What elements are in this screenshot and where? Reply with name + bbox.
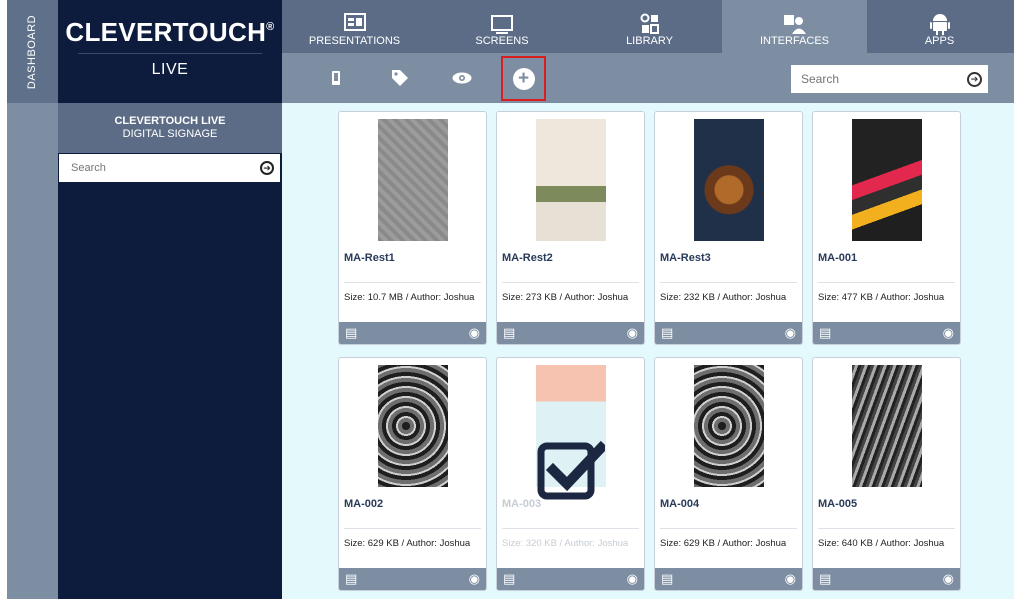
tab-interfaces[interactable]: INTERFACES <box>722 0 867 53</box>
card-meta: Size: 629 KB / Author: Joshua <box>660 538 787 549</box>
brand-sub: LIVE <box>151 61 189 78</box>
card-title: MA-002 <box>344 498 384 510</box>
interface-card[interactable]: MA-005 Size: 640 KB / Author: Joshua ▤ ◉ <box>812 357 961 591</box>
sidebar-subtitle: DIGITAL SIGNAGE <box>122 128 218 140</box>
screens-icon[interactable]: ▤ <box>503 571 515 587</box>
arrow-circle-right-icon[interactable]: ➔ <box>260 161 274 175</box>
thumbnail-image <box>694 119 764 241</box>
card-meta: Size: 232 KB / Author: Joshua <box>660 292 787 303</box>
interface-card[interactable]: MA-Rest2 Size: 273 KB / Author: Joshua ▤… <box>496 111 645 345</box>
card-title: MA-Rest2 <box>502 252 553 264</box>
card-meta: Size: 477 KB / Author: Joshua <box>818 292 945 303</box>
eye-icon[interactable]: ◉ <box>943 571 954 587</box>
toolbar: + ➔ <box>282 53 1014 103</box>
tab-interfaces-label: INTERFACES <box>759 35 830 47</box>
thumbnail-image <box>694 365 764 487</box>
tab-screens-label: SCREENS <box>475 35 529 47</box>
content-area: MA-Rest1 Size: 10.7 MB / Author: Joshua … <box>282 103 1014 599</box>
tab-library[interactable]: LIBRARY <box>577 0 722 53</box>
sidebar: CLEVERTOUCH LIVE DIGITAL SIGNAGE ➔ <box>58 103 282 599</box>
sidebar-header: CLEVERTOUCH LIVE DIGITAL SIGNAGE <box>58 103 282 153</box>
checkbox-checked-icon <box>537 440 605 500</box>
interface-card[interactable]: MA-001 Size: 477 KB / Author: Joshua ▤ ◉ <box>812 111 961 345</box>
tag-icon[interactable] <box>388 66 412 90</box>
toolbar-search-input[interactable] <box>801 72 967 86</box>
sidebar-search: ➔ <box>59 154 280 182</box>
dashboard-tab[interactable]: DASHBOARD <box>7 0 58 103</box>
eye-icon[interactable]: ◉ <box>943 325 954 341</box>
card-meta: Size: 640 KB / Author: Joshua <box>818 538 945 549</box>
thumbnail-image <box>378 119 448 241</box>
card-meta: Size: 10.7 MB / Author: Joshua <box>344 292 475 303</box>
dashboard-tab-label: DASHBOARD <box>26 14 39 89</box>
tab-apps[interactable]: APPS <box>867 0 1012 53</box>
interface-card[interactable]: MA-004 Size: 629 KB / Author: Joshua ▤ ◉ <box>654 357 803 591</box>
brand-logo: CLEVERTOUCH® <box>65 17 275 47</box>
phone-icon[interactable] <box>324 66 348 90</box>
monitor-icon <box>491 15 513 34</box>
card-title: MA-003 <box>502 498 542 510</box>
add-circle-icon: + <box>512 67 535 90</box>
tab-presentations[interactable]: PRESENTATIONS <box>282 0 427 53</box>
eye-icon[interactable] <box>450 66 474 90</box>
tab-screens[interactable]: SCREENS <box>427 0 577 53</box>
eye-icon[interactable]: ◉ <box>627 325 638 341</box>
tab-library-label: LIBRARY <box>626 35 673 47</box>
screens-icon[interactable]: ▤ <box>661 325 673 341</box>
interface-card[interactable]: MA-002 Size: 629 KB / Author: Joshua ▤ ◉ <box>338 357 487 591</box>
screens-icon[interactable]: ▤ <box>503 325 515 341</box>
screens-icon[interactable]: ▤ <box>819 571 831 587</box>
screens-icon[interactable]: ▤ <box>345 325 357 341</box>
interfaces-icon <box>783 15 806 34</box>
thumbnail-image <box>378 365 448 487</box>
library-icon <box>640 13 659 34</box>
thumbnail-image <box>852 365 922 487</box>
tab-apps-label: APPS <box>924 35 955 47</box>
tab-presentations-label: PRESENTATIONS <box>308 35 401 47</box>
card-title: MA-005 <box>818 498 858 510</box>
android-icon <box>929 14 950 35</box>
eye-icon[interactable]: ◉ <box>469 325 480 341</box>
thumbnail-image <box>536 119 606 241</box>
card-meta: Size: 320 KB / Author: Joshua <box>502 538 629 549</box>
thumbnail-image <box>852 119 922 241</box>
toolbar-search: ➔ <box>791 65 988 93</box>
card-meta: Size: 629 KB / Author: Joshua <box>344 538 471 549</box>
card-meta: Size: 273 KB / Author: Joshua <box>502 292 629 303</box>
card-title: MA-001 <box>818 252 858 264</box>
interface-card[interactable]: MA-Rest1 Size: 10.7 MB / Author: Joshua … <box>338 111 487 345</box>
add-interface-button[interactable]: + <box>501 56 546 101</box>
interface-card[interactable]: MA-Rest3 Size: 232 KB / Author: Joshua ▤… <box>654 111 803 345</box>
card-title: MA-004 <box>660 498 700 510</box>
eye-icon[interactable]: ◉ <box>469 571 480 587</box>
brand-panel: CLEVERTOUCH® LIVE <box>58 0 282 103</box>
presentation-icon <box>343 13 366 31</box>
sidebar-title: CLEVERTOUCH LIVE <box>114 115 226 127</box>
screens-icon[interactable]: ▤ <box>345 571 357 587</box>
screens-icon[interactable]: ▤ <box>819 325 831 341</box>
screens-icon[interactable]: ▤ <box>661 571 673 587</box>
top-nav: PRESENTATIONS SCREENS LIBRARY INTERFACES… <box>282 0 1014 53</box>
sidebar-search-input[interactable] <box>71 162 260 174</box>
eye-icon[interactable]: ◉ <box>627 571 638 587</box>
card-title: MA-Rest1 <box>344 252 395 264</box>
arrow-circle-right-icon[interactable]: ➔ <box>967 71 982 87</box>
eye-icon[interactable]: ◉ <box>785 325 796 341</box>
card-title: MA-Rest3 <box>660 252 711 264</box>
eye-icon[interactable]: ◉ <box>785 571 796 587</box>
